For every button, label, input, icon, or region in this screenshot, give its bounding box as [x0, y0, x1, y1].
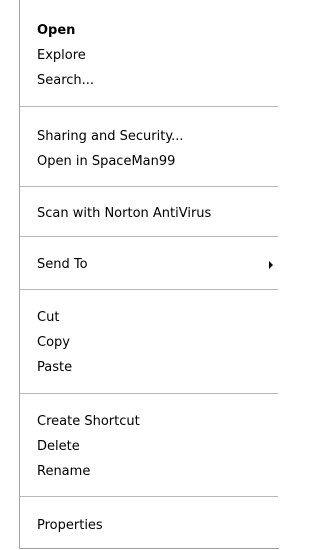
context-menu: Open Explore Search... Sharing and Secur… [19, 0, 279, 549]
menu-item-cut[interactable]: Cut [20, 306, 278, 330]
menu-separator [20, 236, 278, 237]
menu-item-properties[interactable]: Properties [20, 514, 278, 538]
menu-item-sharing-security[interactable]: Sharing and Security... [20, 125, 278, 149]
menu-item-scan-norton-antivirus[interactable]: Scan with Norton AntiVirus [20, 202, 278, 226]
menu-item-copy[interactable]: Copy [20, 331, 278, 355]
menu-item-explore[interactable]: Explore [20, 44, 278, 68]
menu-item-create-shortcut[interactable]: Create Shortcut [20, 410, 278, 434]
menu-item-open-in-spaceman99[interactable]: Open in SpaceMan99 [20, 150, 278, 174]
menu-separator [20, 186, 278, 187]
submenu-arrow-icon [269, 261, 273, 269]
menu-item-delete[interactable]: Delete [20, 435, 278, 459]
menu-item-search[interactable]: Search... [20, 69, 278, 93]
menu-item-send-to-label: Send To [37, 257, 88, 272]
menu-separator [20, 496, 278, 497]
menu-separator [20, 393, 278, 394]
menu-item-rename[interactable]: Rename [20, 460, 278, 484]
menu-separator [20, 289, 278, 290]
menu-item-open[interactable]: Open [20, 19, 278, 43]
menu-item-send-to[interactable]: Send To [20, 253, 278, 277]
menu-separator [20, 106, 278, 107]
menu-item-paste[interactable]: Paste [20, 356, 278, 380]
